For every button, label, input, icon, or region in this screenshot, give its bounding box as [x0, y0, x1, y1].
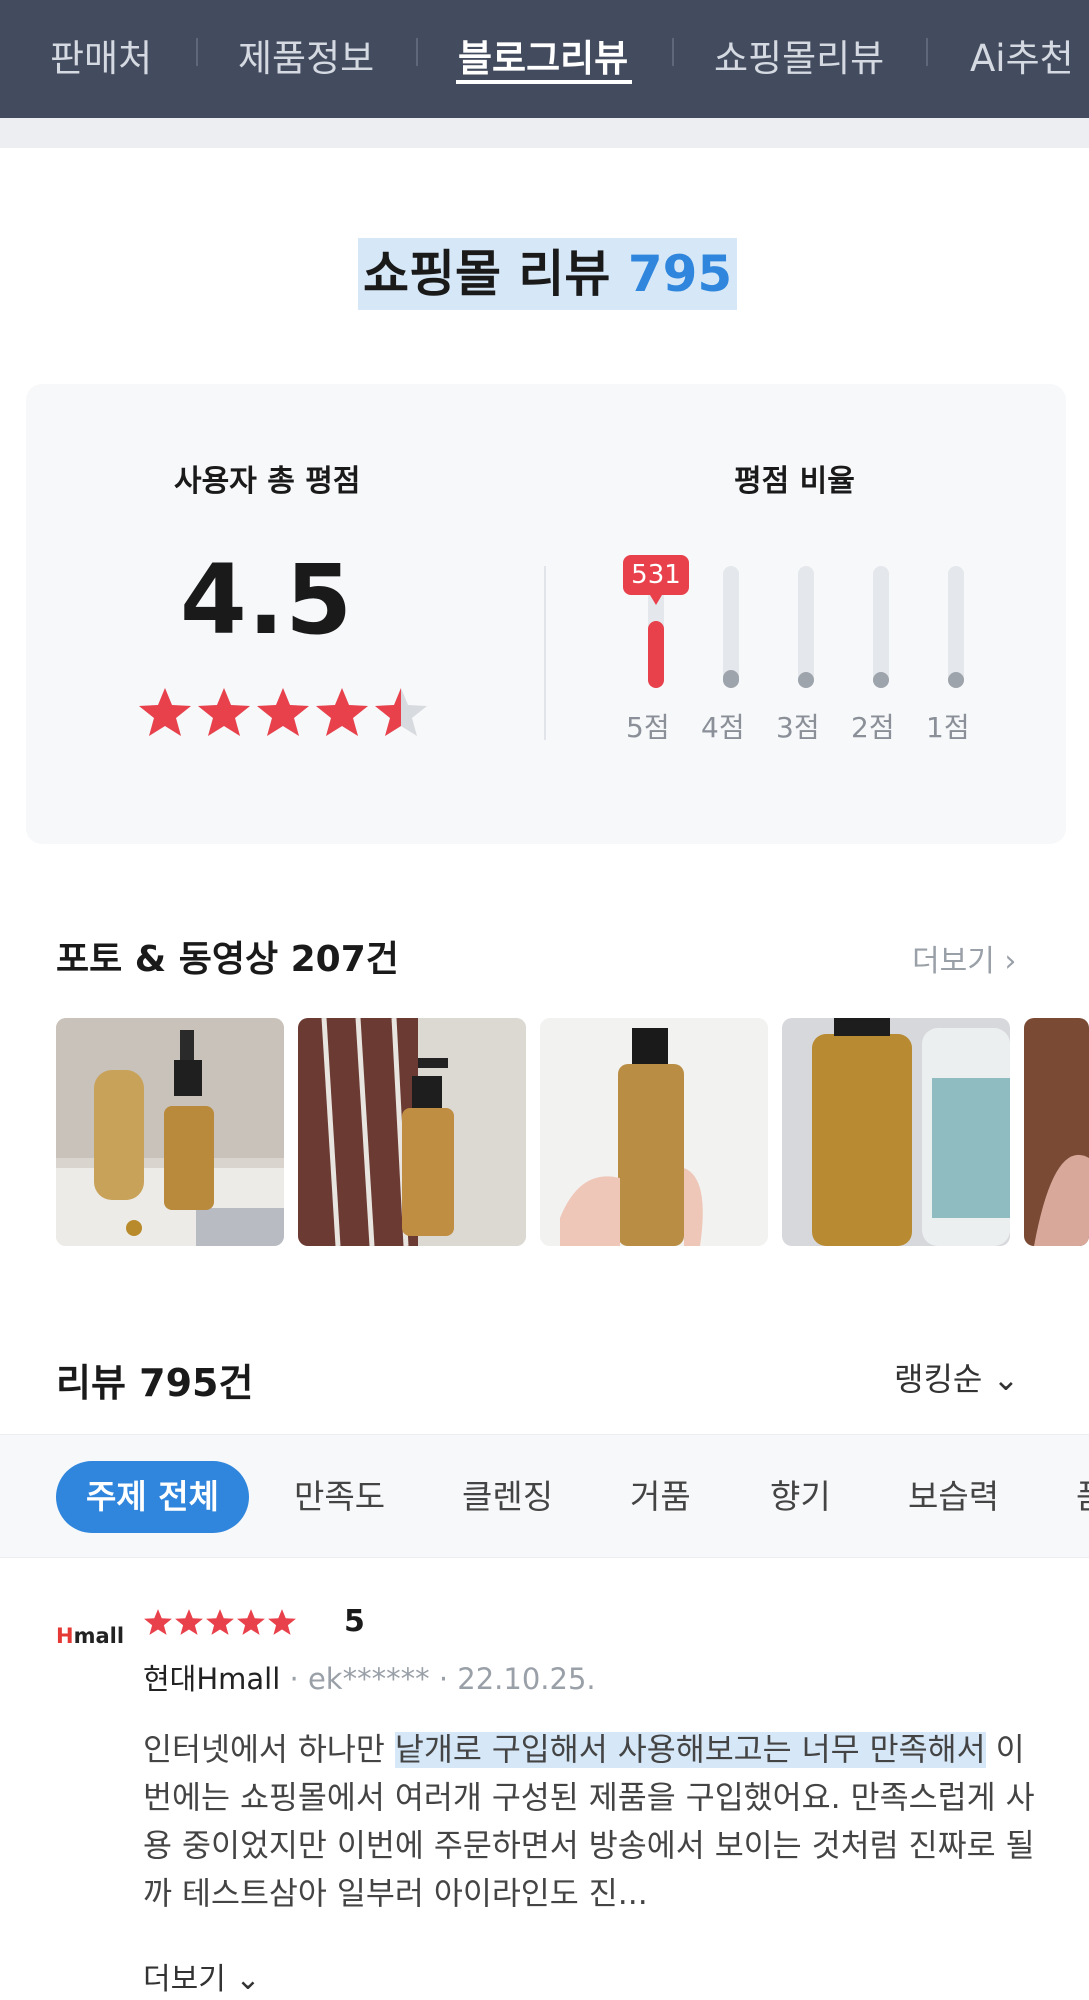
rating-bar [873, 566, 889, 688]
topic-filter-bar: 주제 전체 만족도 클렌징 거품 향기 보습력 품 [0, 1434, 1089, 1558]
tab-separator [196, 38, 198, 66]
photo-thumbnail[interactable] [540, 1018, 768, 1246]
five-star-count-badge: 531 [623, 555, 689, 605]
meta-dot: · [438, 1662, 458, 1696]
rating-bar-fill [873, 672, 889, 688]
review-mall-name: 현대Hmall [143, 1662, 281, 1696]
topic-chip-cleansing[interactable]: 클렌징 [462, 1461, 553, 1533]
review-text-highlight: 낱개로 구입해서 사용해보고는 너무 만족해서 [394, 1732, 986, 1768]
topic-chip-quality[interactable]: 품 [1076, 1461, 1089, 1533]
star-icon [255, 686, 311, 738]
rating-bar-label: 5점 [626, 711, 670, 744]
mall-logo-text: mall [73, 1624, 125, 1648]
section-title: 쇼핑몰 리뷰 795 [358, 238, 738, 310]
tab-separator [672, 38, 674, 66]
mall-logo: Hmall [56, 1624, 124, 1648]
photo-thumbnail[interactable] [1024, 1018, 1089, 1246]
review-total-count: 795 [627, 245, 733, 303]
active-tab-underline [456, 80, 632, 84]
tab-blog-reviews[interactable]: 블로그리뷰 [458, 28, 628, 82]
star-icon [373, 686, 429, 738]
photos-more-link[interactable]: 더보기 › [912, 936, 1016, 980]
topic-chip-scent[interactable]: 향기 [770, 1461, 831, 1533]
tab-separator [926, 38, 928, 66]
rating-bar-label: 1점 [926, 711, 970, 744]
review-stars [143, 1608, 297, 1636]
topic-chip-all[interactable]: 주제 전체 [56, 1461, 249, 1533]
rating-bar [798, 566, 814, 688]
photo-thumbnail[interactable] [782, 1018, 1010, 1246]
star-icon [267, 1608, 297, 1636]
star-icon [314, 686, 370, 738]
photo-thumbnail[interactable] [298, 1018, 526, 1246]
review-score: 5 [344, 1604, 365, 1639]
sort-dropdown[interactable]: 랭킹순 ⌄ [894, 1354, 1019, 1400]
card-divider [544, 566, 546, 740]
star-icon [174, 1608, 204, 1636]
average-rating-stars [137, 686, 429, 738]
review-more-button[interactable]: 더보기 ⌄ [143, 1954, 260, 1998]
star-icon [137, 686, 193, 738]
tab-product-info[interactable]: 제품정보 [238, 28, 374, 82]
nav-bottom-strip [0, 118, 1089, 148]
photo-thumbnail[interactable] [56, 1018, 284, 1246]
rating-bar-fill [798, 672, 814, 688]
mall-logo-h: H [56, 1624, 74, 1648]
topic-chip-moisture[interactable]: 보습력 [908, 1461, 999, 1533]
photos-section-title: 포토 & 동영상 207건 [56, 939, 399, 980]
review-user: ek****** [307, 1662, 430, 1696]
review-text: 인터넷에서 하나만 낱개로 구입해서 사용해보고는 너무 만족해서 이번에는 쇼… [143, 1726, 1043, 1918]
star-icon [205, 1608, 235, 1636]
meta-dot: · [289, 1662, 308, 1696]
rating-bar-label: 3점 [776, 711, 820, 744]
rating-bar-fill [948, 672, 964, 688]
rating-bar-fill [723, 669, 739, 688]
topic-chip-foam[interactable]: 거품 [630, 1461, 691, 1533]
star-icon [196, 686, 252, 738]
topic-chip-satisfaction[interactable]: 만족도 [294, 1461, 385, 1533]
review-text-part: 인터넷에서 하나만 [143, 1732, 395, 1768]
tab-ai-recommend[interactable]: Ai추천 [970, 28, 1074, 82]
review-date: 22.10.25. [457, 1662, 596, 1696]
review-meta: 현대Hmall · ek****** · 22.10.25. [143, 1656, 596, 1698]
section-title-text: 쇼핑몰 리뷰 [363, 245, 611, 303]
reviews-title: 리뷰 795건 [56, 1361, 254, 1405]
rating-bar [723, 566, 739, 688]
rating-ratio-heading: 평점 비율 [734, 464, 855, 499]
star-icon [143, 1608, 173, 1636]
average-rating-value: 4.5 [180, 544, 354, 656]
tab-sellers[interactable]: 판매처 [50, 28, 152, 82]
tab-shopping-reviews[interactable]: 쇼핑몰리뷰 [714, 28, 884, 82]
average-rating-heading: 사용자 총 평점 [174, 464, 361, 499]
rating-bar-label: 4점 [701, 711, 745, 744]
rating-bar-fill [648, 620, 664, 688]
tab-separator [416, 38, 418, 66]
star-icon [236, 1608, 266, 1636]
top-nav: 판매처 제품정보 블로그리뷰 쇼핑몰리뷰 Ai추천 [0, 0, 1089, 118]
rating-bar-label: 2점 [851, 711, 895, 744]
rating-bar [948, 566, 964, 688]
